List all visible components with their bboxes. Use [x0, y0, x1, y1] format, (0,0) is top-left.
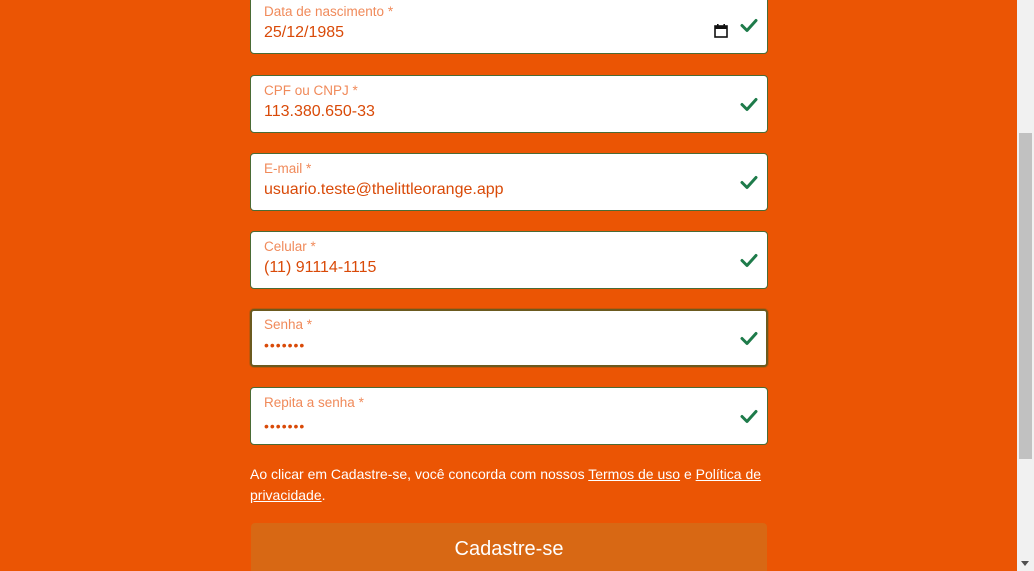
confirm-password-field[interactable]: Repita a senha * ••••••• — [250, 387, 768, 445]
birthdate-label: Data de nascimento * — [264, 4, 394, 19]
phone-value[interactable]: (11) 91114-1115 — [264, 259, 376, 277]
terms-notice: Ao clicar em Cadastre-se, você concorda … — [250, 464, 768, 506]
check-icon — [740, 410, 758, 423]
cpf-cnpj-label: CPF ou CNPJ * — [264, 83, 358, 98]
check-icon — [740, 254, 758, 267]
terms-of-use-link[interactable]: Termos de uso — [588, 466, 680, 482]
terms-prefix: Ao clicar em Cadastre-se, você concorda … — [250, 466, 589, 482]
terms-suffix: . — [321, 487, 326, 503]
signup-button[interactable]: Cadastre-se — [251, 523, 767, 571]
scrollbar-thumb[interactable] — [1019, 133, 1032, 459]
email-field[interactable]: E-mail * usuario.teste@thelittleorange.a… — [250, 153, 768, 211]
password-label: Senha * — [264, 317, 313, 332]
check-icon — [740, 176, 758, 189]
cpf-cnpj-field[interactable]: CPF ou CNPJ * 113.380.650-33 — [250, 75, 768, 133]
email-value[interactable]: usuario.teste@thelittleorange.app — [264, 181, 504, 199]
password-value[interactable]: ••••••• — [264, 337, 305, 353]
birthdate-value[interactable]: 25/12/1985 — [264, 24, 344, 42]
phone-label: Celular * — [264, 239, 316, 254]
terms-and: e — [680, 466, 696, 482]
cpf-cnpj-value[interactable]: 113.380.650-33 — [264, 103, 375, 121]
password-field[interactable]: Senha * ••••••• — [250, 309, 768, 367]
check-icon — [740, 19, 758, 32]
scrollbar[interactable] — [1017, 0, 1034, 571]
birthdate-field[interactable]: Data de nascimento * 25/12/1985 — [250, 0, 768, 54]
calendar-icon[interactable] — [713, 23, 729, 39]
phone-field[interactable]: Celular * (11) 91114-1115 — [250, 231, 768, 289]
confirm-password-label: Repita a senha * — [264, 395, 364, 410]
scroll-down-arrow-icon[interactable] — [1021, 561, 1029, 566]
signup-page: Data de nascimento * 25/12/1985 CPF ou C… — [0, 0, 1034, 571]
check-icon — [740, 332, 758, 345]
email-label: E-mail * — [264, 161, 312, 176]
confirm-password-value[interactable]: ••••••• — [264, 418, 305, 434]
check-icon — [740, 98, 758, 111]
